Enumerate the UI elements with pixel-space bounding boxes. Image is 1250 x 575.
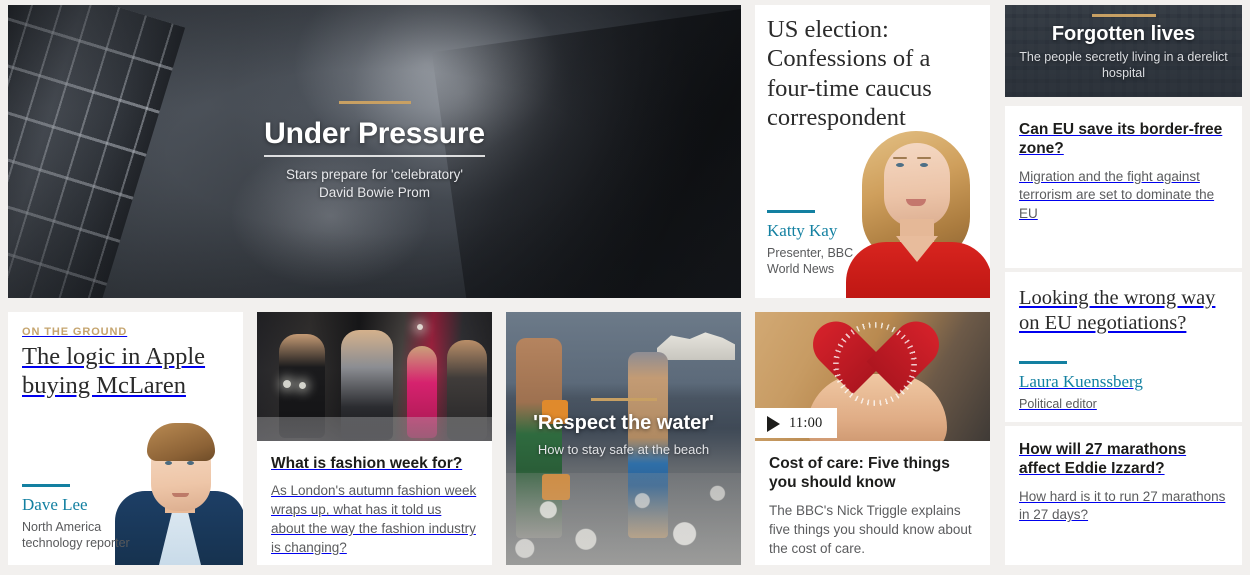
story-summary: As London's autumn fashion week wraps up… xyxy=(271,483,477,556)
portrait-face xyxy=(884,143,950,227)
gold-accent-rule xyxy=(338,101,411,104)
fashion-text-block: What is fashion week for? As London's au… xyxy=(257,312,492,558)
media-duration: 11:00 xyxy=(789,415,823,431)
story-summary: The BBC's Nick Triggle explains five thi… xyxy=(769,502,972,556)
story-title: How will 27 marathons affect Eddie Izzar… xyxy=(1019,441,1187,478)
hero-subtitle: Stars prepare for 'celebratory' David Bo… xyxy=(48,166,701,202)
story-title: Looking the wrong way on EU negotiations… xyxy=(1019,287,1216,334)
apple-byline: Dave Lee North America technology report… xyxy=(22,483,130,552)
story-byline: Laura Kuenssberg Political editor xyxy=(1019,361,1228,412)
byline-role: Political editor xyxy=(1019,396,1097,411)
apple-text-block: ON THE GROUND The logic in Apple buying … xyxy=(8,312,243,401)
dave-lee-portrait xyxy=(115,405,243,565)
portrait-mouth xyxy=(172,493,189,497)
portrait-brow-left xyxy=(893,157,907,159)
hero-subtitle-line-2: David Bowie Prom xyxy=(318,184,431,200)
play-icon xyxy=(767,415,780,432)
gold-accent-rule xyxy=(590,398,657,401)
hero-subtitle-line-1: Stars prepare for 'celebratory' xyxy=(286,166,463,182)
hero-title: Under Pressure xyxy=(264,118,485,157)
byline-role-line-2: technology reporter xyxy=(22,535,130,550)
story-what-is-fashion-week-for[interactable]: What is fashion week for? As London's au… xyxy=(257,312,492,565)
story-how-will-27-marathons-affect-eddie-izzard[interactable]: How will 27 marathons affect Eddie Izzar… xyxy=(1005,426,1242,565)
byline-name: Laura Kuenssberg xyxy=(1019,372,1143,392)
story-subtitle: How to stay safe at the beach xyxy=(537,442,710,457)
story-title: What is fashion week for? xyxy=(271,455,463,472)
hero-story-under-pressure[interactable]: Under Pressure Stars prepare for 'celebr… xyxy=(8,5,741,298)
respect-the-water-caption: 'Respect the water' How to stay safe at … xyxy=(506,398,741,457)
byline-rule xyxy=(22,483,70,487)
portrait-hair xyxy=(147,423,215,461)
story-title: The logic in Apple buying McLaren xyxy=(22,343,206,399)
heart-stitching xyxy=(833,322,917,406)
byline-role-line-2: World News xyxy=(767,261,835,276)
forgotten-lives-caption: Forgotten lives The people secretly livi… xyxy=(1005,14,1242,81)
care-text-block: Cost of care: Five things you should kno… xyxy=(755,445,990,558)
hero-caption: Under Pressure Stars prepare for 'celebr… xyxy=(8,101,741,202)
katty-kay-portrait xyxy=(842,123,990,298)
story-title: Cost of care: Five things you should kno… xyxy=(769,455,950,492)
story-logic-in-apple-buying-mclaren[interactable]: ON THE GROUND The logic in Apple buying … xyxy=(8,312,243,565)
pebble-beach-shape xyxy=(506,473,741,565)
portrait-brow-right xyxy=(917,157,931,159)
election-title: US election: Confessions of a four-time … xyxy=(767,16,932,132)
byline-role: Presenter, BBC World News xyxy=(767,245,853,278)
portrait-eye-left xyxy=(165,461,172,465)
portrait-eye-left xyxy=(896,163,904,167)
forgotten-lives-title: Forgotten lives xyxy=(1051,23,1196,45)
story-looking-wrong-way-eu-negotiations[interactable]: Looking the wrong way on EU negotiations… xyxy=(1005,272,1242,422)
story-title: 'Respect the water' xyxy=(533,412,714,434)
byline-name: Katty Kay xyxy=(767,221,838,240)
byline-name: Dave Lee xyxy=(22,494,88,514)
byline-role-line-1: North America xyxy=(22,519,102,534)
story-title: Can EU save its border-free zone? xyxy=(1019,121,1223,158)
media-duration-badge[interactable]: 11:00 xyxy=(755,408,837,438)
byline-role-line-1: Presenter, BBC xyxy=(767,245,854,260)
gold-accent-rule xyxy=(1091,14,1156,17)
portrait-eye-right xyxy=(920,163,928,167)
byline-role: North America technology reporter xyxy=(22,519,130,552)
byline-rule xyxy=(1019,361,1067,365)
story-can-eu-save-border-free-zone[interactable]: Can EU save its border-free zone? Migrat… xyxy=(1005,106,1242,268)
election-byline: Katty Kay Presenter, BBC World News xyxy=(767,210,853,277)
chalk-cliff-shape xyxy=(657,332,735,360)
story-respect-the-water[interactable]: 'Respect the water' How to stay safe at … xyxy=(506,312,741,565)
news-homepage: Under Pressure Stars prepare for 'celebr… xyxy=(0,0,1250,575)
story-cost-of-care-five-things[interactable]: 11:00 Cost of care: Five things you shou… xyxy=(755,312,990,565)
forgotten-lives-subtitle: The people secretly living in a derelict… xyxy=(1019,50,1228,80)
byline-rule xyxy=(767,210,815,213)
portrait-eye-right xyxy=(187,461,194,465)
story-summary: Migration and the fight against terroris… xyxy=(1019,168,1215,221)
story-us-election[interactable]: US election: Confessions of a four-time … xyxy=(755,5,990,298)
story-forgotten-lives[interactable]: Forgotten lives The people secretly livi… xyxy=(1005,5,1242,97)
story-summary: How hard is it to run 27 marathons in 27… xyxy=(1019,488,1226,523)
story-kicker: ON THE GROUND xyxy=(22,326,128,338)
